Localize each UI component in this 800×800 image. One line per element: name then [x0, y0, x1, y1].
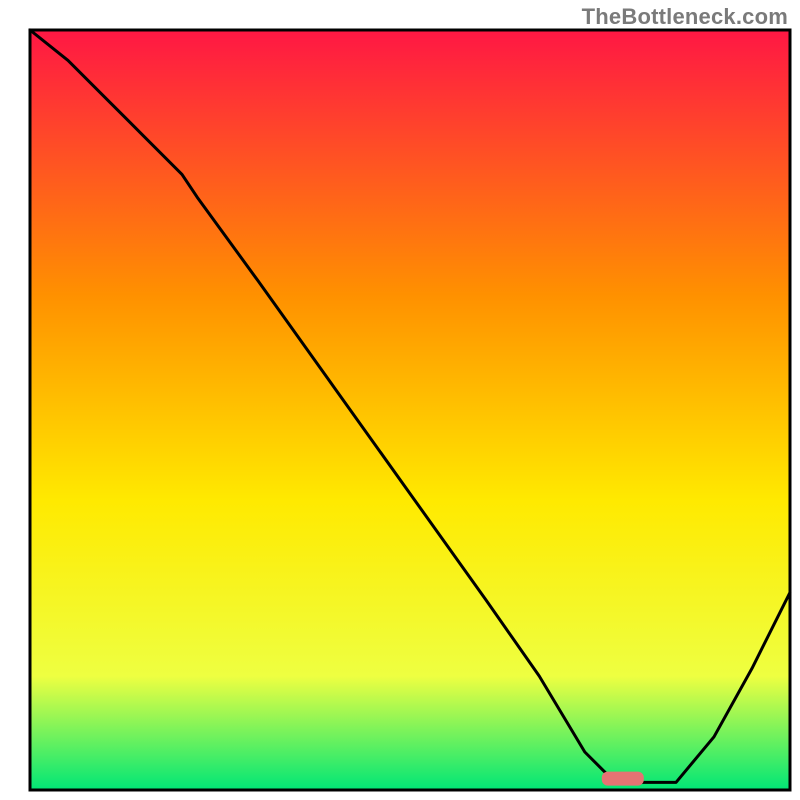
plot-background — [30, 30, 790, 790]
bottleneck-chart — [0, 0, 800, 800]
optimal-marker — [602, 772, 644, 786]
